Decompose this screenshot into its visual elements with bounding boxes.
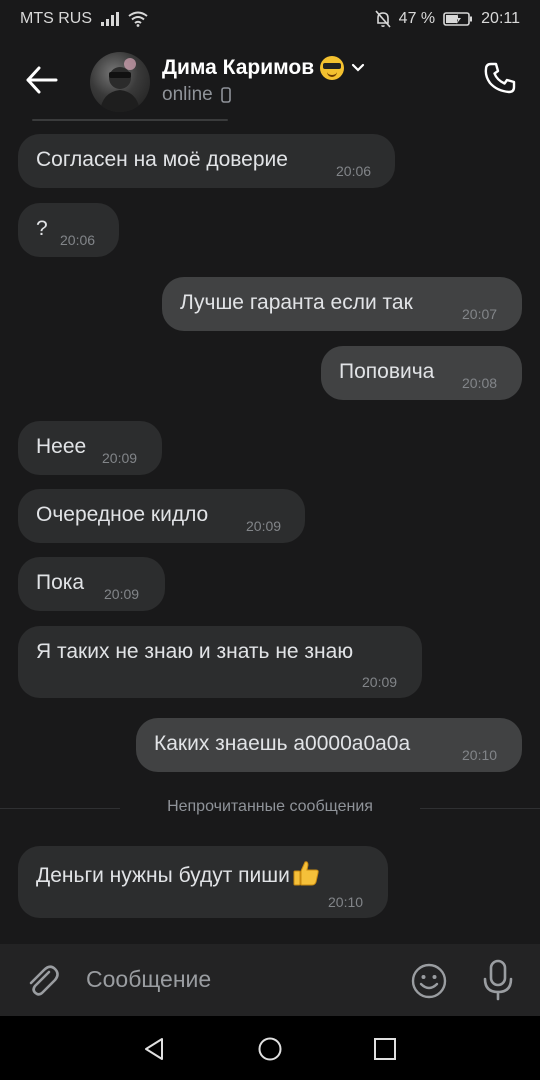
battery-icon (443, 12, 473, 26)
message-bubble-incoming[interactable]: Согласен на моё доверие 20:06 (18, 134, 395, 188)
message-time: 20:06 (336, 163, 372, 179)
message-text: Поповича (339, 360, 435, 383)
message-text: Пока (36, 571, 85, 594)
chat-header: Дима Каримов online (0, 38, 540, 122)
system-navigation-bar (0, 1016, 540, 1080)
contact-status: online (162, 84, 231, 106)
carrier-label: MTS RUS (20, 10, 92, 27)
thumbs-up-emoji-icon (293, 861, 319, 886)
message-bubble-incoming[interactable]: Я таких не знаю и знать не знаю 20:09 (18, 626, 422, 698)
message-text: ? (36, 217, 48, 240)
message-time: 20:09 (246, 518, 282, 534)
contact-name: Дима Каримов (162, 56, 315, 79)
message-time: 20:10 (462, 747, 498, 763)
message-text: Согласен на моё доверие (36, 148, 288, 171)
wifi-icon (128, 11, 148, 27)
avatar-picture (100, 58, 140, 112)
status-time: 20:11 (481, 10, 520, 27)
message-text: Неее (36, 435, 87, 458)
message-time: 20:06 (60, 232, 96, 248)
message-time: 20:08 (462, 375, 498, 391)
message-bubble-incoming[interactable]: ? 20:06 (18, 203, 119, 257)
phone-call-icon[interactable] (482, 60, 518, 96)
emoji-smile-icon[interactable] (410, 962, 448, 1000)
nav-back-triangle-icon[interactable] (142, 1036, 168, 1062)
message-bubble-outgoing[interactable]: Каких знаешь а0000а0а0а 20:10 (136, 718, 522, 772)
message-time: 20:09 (104, 586, 140, 602)
message-bubble-incoming[interactable]: Неее 20:09 (18, 421, 162, 475)
battery-percent: 47 % (398, 10, 436, 27)
message-bubble-outgoing[interactable]: Поповича 20:08 (321, 346, 522, 400)
contact-name-row[interactable]: Дима Каримов (162, 56, 366, 80)
previous-message-edge (32, 119, 228, 121)
message-text: Очередное кидло (36, 503, 209, 526)
message-text-row: Деньги нужны будут пиши (36, 860, 320, 888)
message-input[interactable]: Сообщение (86, 966, 211, 993)
message-time: 20:07 (462, 306, 498, 322)
unread-divider: Непрочитанные сообщения (167, 798, 373, 815)
avatar[interactable] (90, 52, 150, 112)
mute-bell-icon (375, 10, 391, 28)
nav-recent-apps-square-icon[interactable] (372, 1036, 398, 1062)
message-bubble-outgoing[interactable]: Лучше гаранта если так 20:07 (162, 277, 522, 331)
divider-line-right (420, 808, 540, 809)
message-text: Деньги нужны будут пиши (36, 864, 290, 887)
signal-icon (101, 12, 119, 26)
message-text: Лучше гаранта если так (180, 291, 413, 314)
message-composer: Сообщение (0, 944, 540, 1016)
online-status: online (162, 84, 213, 105)
message-text: Каких знаешь а0000а0а0а (154, 732, 411, 755)
message-time: 20:09 (362, 674, 398, 690)
nav-home-circle-icon[interactable] (257, 1036, 283, 1062)
sunglasses-emoji-icon (320, 56, 345, 80)
microphone-icon[interactable] (478, 958, 518, 1002)
message-time: 20:09 (102, 450, 138, 466)
message-text: Я таких не знаю и знать не знаю (36, 640, 354, 663)
back-arrow-icon[interactable] (22, 62, 62, 98)
message-bubble-incoming[interactable]: Деньги нужны будут пиши 20:10 (18, 846, 388, 918)
status-bar: MTS RUS 47 % 20:11 (0, 0, 540, 38)
attach-paperclip-icon[interactable] (22, 960, 62, 1000)
message-bubble-incoming[interactable]: Очередное кидло 20:09 (18, 489, 305, 543)
message-bubble-incoming[interactable]: Пока 20:09 (18, 557, 165, 611)
message-time: 20:10 (328, 894, 364, 910)
mobile-device-icon (220, 87, 231, 103)
chevron-down-icon (352, 63, 365, 72)
